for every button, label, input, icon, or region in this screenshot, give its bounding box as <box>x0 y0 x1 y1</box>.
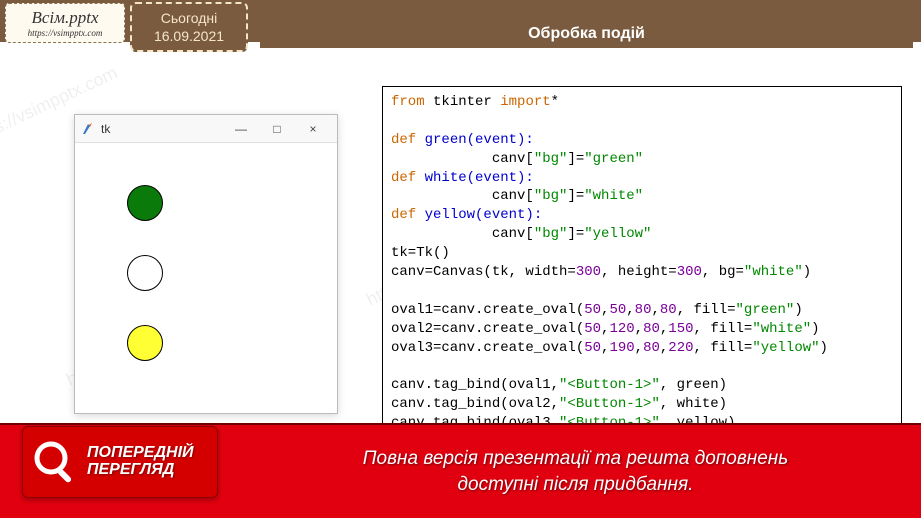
slide-title: Обробка подій <box>260 20 913 48</box>
date-value: 16.09.2021 <box>136 27 242 45</box>
preview-badge: ПОПЕРЕДНІЙ ПЕРЕГЛЯД <box>22 426 218 498</box>
logo-name: Всім.pptx <box>14 8 116 28</box>
white-circle[interactable] <box>127 255 163 291</box>
tk-canvas <box>75 143 337 413</box>
tk-window-title: tk <box>101 122 110 136</box>
site-logo-box: Всім.pptx https://vsimpptx.com <box>5 3 125 43</box>
today-label: Сьогодні <box>136 9 242 27</box>
maximize-button[interactable]: □ <box>259 117 295 141</box>
date-badge: Сьогодні 16.09.2021 <box>130 2 248 52</box>
minimize-button[interactable]: — <box>223 117 259 141</box>
python-code-listing: from tkinter import* def green(event): c… <box>382 86 902 464</box>
preview-badge-text: ПОПЕРЕДНІЙ ПЕРЕГЛЯД <box>87 445 194 479</box>
window-controls: — □ × <box>223 117 331 141</box>
yellow-circle[interactable] <box>127 325 163 361</box>
close-button[interactable]: × <box>295 117 331 141</box>
feather-icon <box>81 122 95 136</box>
tkinter-window-preview: tk — □ × <box>74 114 338 414</box>
green-circle[interactable] <box>127 185 163 221</box>
logo-url: https://vsimpptx.com <box>14 28 116 38</box>
preview-message: Повна версія презентації та решта доповн… <box>230 446 921 497</box>
magnifier-icon <box>31 438 79 486</box>
tk-titlebar: tk — □ × <box>75 115 337 143</box>
preview-banner: ПОПЕРЕДНІЙ ПЕРЕГЛЯД Повна версія презент… <box>0 423 921 518</box>
